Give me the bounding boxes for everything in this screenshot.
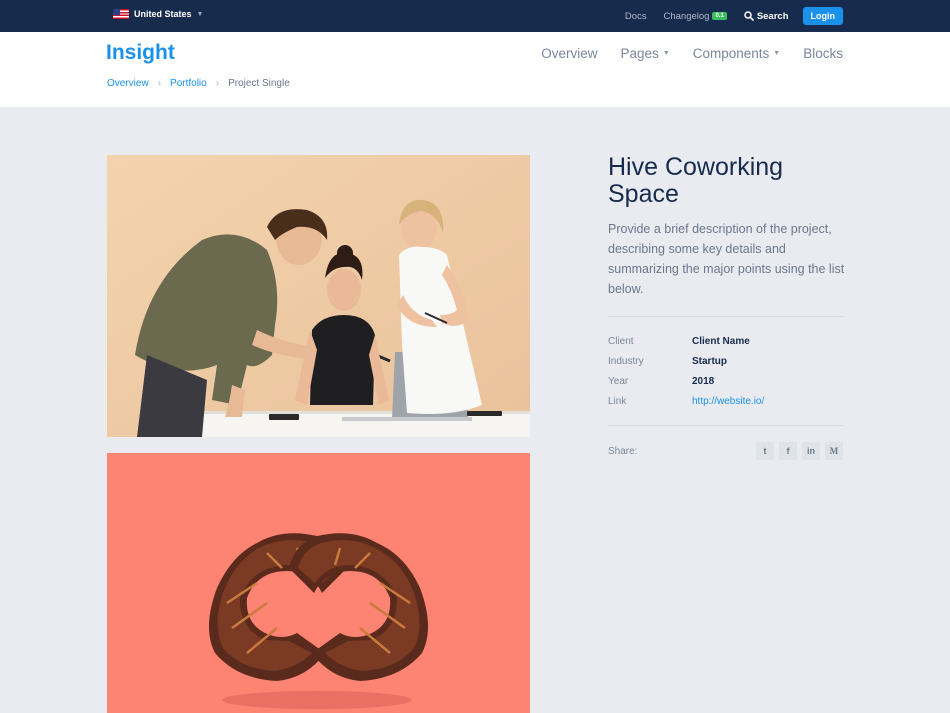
nav-label: Pages (620, 46, 659, 61)
project-description: Provide a brief description of the proje… (608, 222, 845, 296)
us-flag-icon (113, 9, 129, 19)
divider (608, 425, 843, 426)
nav-label: Components (692, 46, 770, 61)
detail-value: Startup (692, 355, 727, 367)
breadcrumb-portfolio[interactable]: Portfolio (170, 78, 207, 89)
project-image-donuts (107, 453, 530, 713)
breadcrumb: Overview › Portfolio › Project Single (107, 78, 290, 89)
chevron-right-icon: › (215, 78, 220, 89)
nav-label: Overview (541, 46, 598, 61)
site-header: Insight Overview Pages ▼ Components ▼ Bl… (0, 32, 950, 107)
nav-components[interactable]: Components ▼ (693, 46, 780, 61)
detail-row-year: Year 2018 (608, 371, 843, 391)
detail-label: Year (608, 375, 629, 387)
docs-link[interactable]: Docs (625, 11, 647, 22)
detail-label: Industry (608, 355, 644, 367)
login-button[interactable]: Login (802, 7, 843, 25)
changelog-link[interactable]: Changelog 0.1 (664, 11, 727, 22)
search-icon (744, 11, 754, 21)
project-title: Hive Coworking Space (608, 153, 784, 208)
detail-row-industry: Industry Startup (608, 351, 843, 371)
top-links: Docs Changelog 0.1 Search Login (625, 7, 843, 25)
project-image-team (107, 155, 530, 437)
country-label: United States (134, 9, 192, 19)
caret-down-icon: ▼ (773, 50, 781, 57)
share-label: Share: (608, 445, 638, 457)
facebook-icon[interactable]: f (779, 442, 797, 460)
nav-pages[interactable]: Pages ▼ (621, 46, 670, 61)
breadcrumb-current: Project Single (228, 78, 290, 89)
medium-icon[interactable]: M (825, 442, 843, 460)
detail-row-client: Client Client Name (608, 331, 843, 351)
top-bar: United States ▼ Docs Changelog 0.1 Searc… (0, 0, 950, 32)
nav-label: Blocks (803, 46, 843, 61)
project-website-link[interactable]: http://website.io/ (692, 396, 764, 407)
twitter-icon[interactable]: t (756, 442, 774, 460)
version-badge: 0.1 (712, 12, 727, 20)
detail-label: Client (608, 335, 634, 347)
breadcrumb-overview[interactable]: Overview (107, 78, 149, 89)
nav-overview[interactable]: Overview (541, 46, 597, 61)
detail-value: 2018 (692, 375, 715, 387)
brand-logo[interactable]: Insight (106, 41, 175, 65)
share-row: Share: t f in M (608, 442, 843, 460)
nav-blocks[interactable]: Blocks (803, 46, 843, 61)
caret-down-icon: ▼ (662, 50, 670, 57)
search-button[interactable]: Search (744, 11, 789, 22)
country-selector[interactable]: United States ▼ (113, 9, 203, 19)
social-buttons: t f in M (751, 442, 843, 460)
linkedin-icon[interactable]: in (802, 442, 820, 460)
chevron-right-icon: › (157, 78, 162, 89)
search-label: Search (756, 10, 789, 22)
detail-label: Link (608, 395, 627, 407)
project-details: Client Client Name Industry Startup Year… (608, 331, 843, 411)
changelog-label: Changelog (663, 10, 710, 22)
detail-value: Client Name (692, 335, 750, 347)
caret-down-icon: ▼ (196, 10, 204, 18)
divider (608, 316, 843, 317)
detail-row-link: Link http://website.io/ (608, 391, 843, 411)
main-nav: Overview Pages ▼ Components ▼ Blocks (518, 46, 843, 61)
